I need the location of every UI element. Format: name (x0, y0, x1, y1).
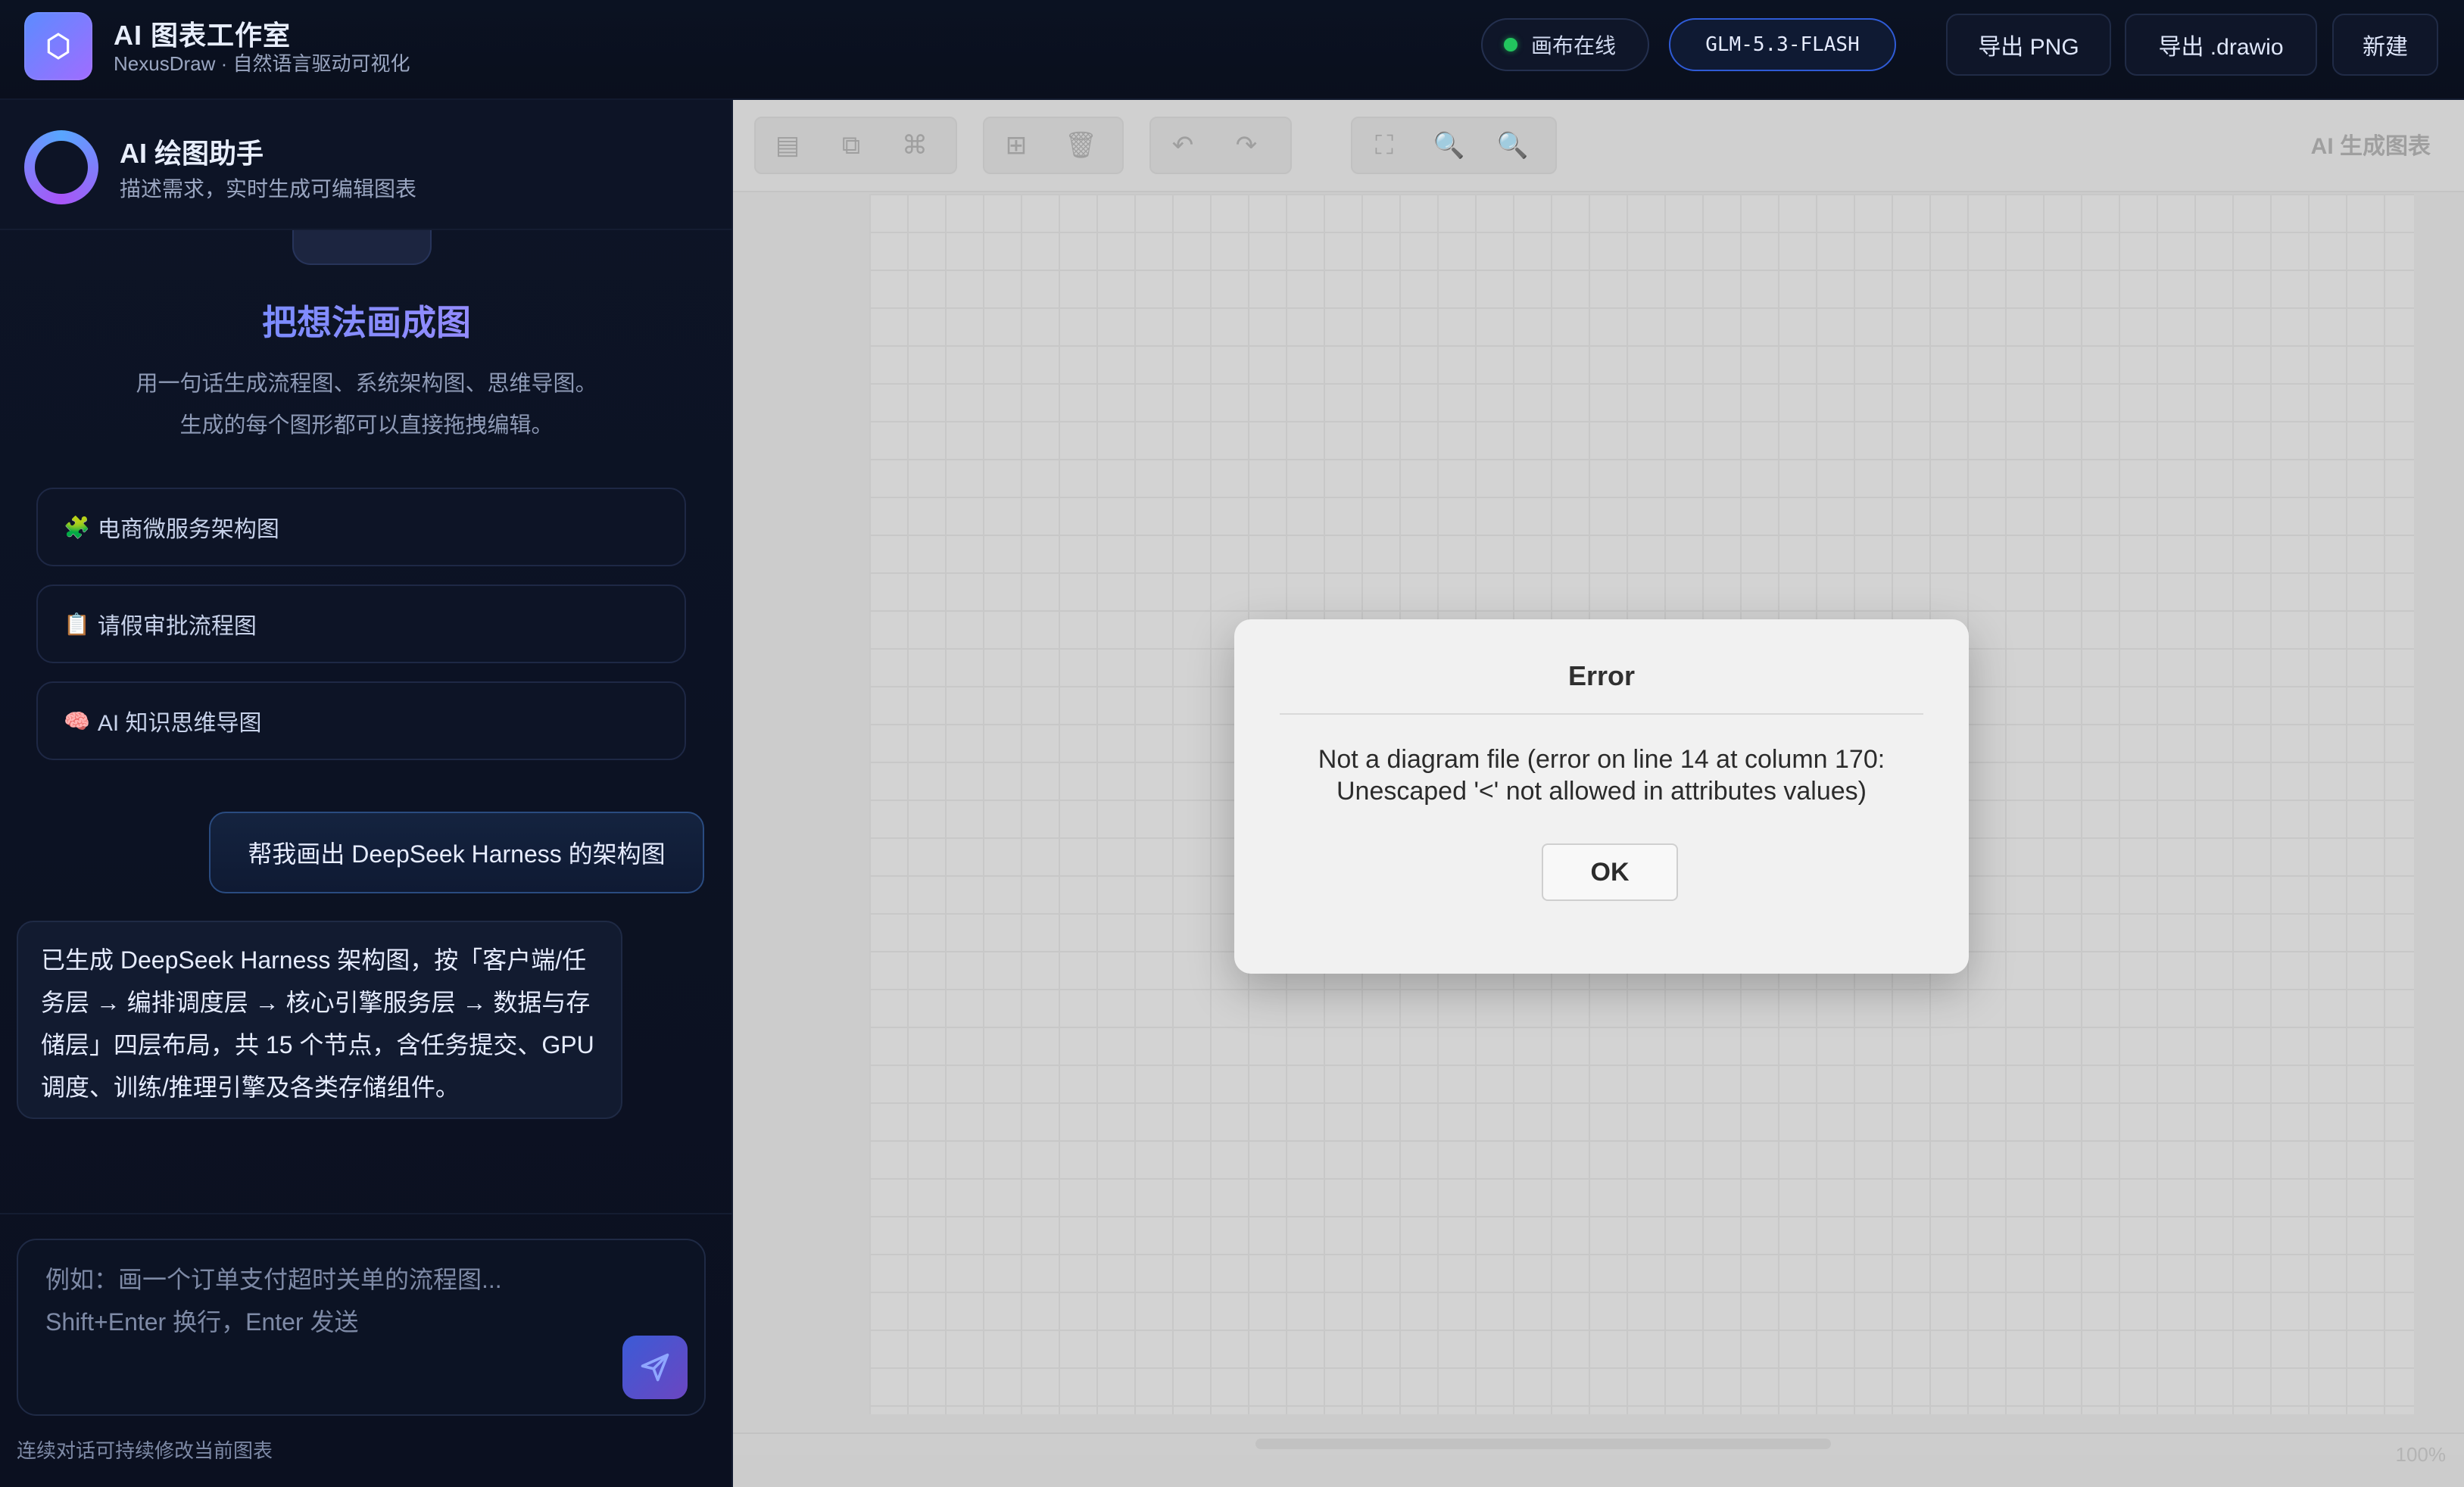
status-dot-icon (1504, 38, 1517, 51)
prompt-input[interactable] (18, 1240, 704, 1414)
send-icon (641, 1353, 669, 1382)
send-button[interactable] (622, 1336, 688, 1399)
app-subtitle: NexusDraw · 自然语言驱动可视化 (114, 52, 410, 75)
example-prompt-ecommerce[interactable]: 🧩 电商微服务架构图 (36, 488, 686, 566)
export-png-button[interactable]: 导出 PNG (1946, 14, 2111, 76)
hero-desc-line-2: 生成的每个图形都可以直接拖拽编辑。 (179, 413, 554, 438)
assistant-sidebar: AI 绘图助手 描述需求，实时生成可编辑图表 把想法画成图 用一句话生成流程图、… (0, 100, 733, 1487)
assistant-subtitle: 描述需求，实时生成可编辑图表 (120, 177, 417, 201)
dialog-divider (1280, 713, 1923, 715)
dialog-message: Not a diagram file (error on line 14 at … (1318, 745, 1885, 806)
puzzle-icon: 🧩 (64, 515, 90, 539)
status-label: 画布在线 (1531, 34, 1617, 58)
canvas-status-badge: 画布在线 (1481, 18, 1649, 71)
hero-desc-line-1: 用一句话生成流程图、系统架构图、思维导图。 (136, 372, 597, 396)
error-dialog: Error Not a diagram file (error on line … (1234, 619, 1969, 974)
assistant-message: 已生成 DeepSeek Harness 架构图，按「客户端/任务层 → 编排调… (17, 921, 622, 1119)
hero-title: 把想法画成图 (0, 295, 733, 345)
app-title: AI 图表工作室 (114, 20, 292, 51)
hero-description: 用一句话生成流程图、系统架构图、思维导图。 生成的每个图形都可以直接拖拽编辑。 (61, 363, 672, 447)
example-label: AI 知识思维导图 (97, 711, 262, 736)
example-label: 电商微服务架构图 (97, 517, 279, 542)
brain-icon: 🧠 (64, 709, 90, 733)
model-selector[interactable]: GLM-5.3-FLASH (1669, 18, 1896, 71)
app-logo (24, 12, 92, 80)
assistant-avatar (24, 130, 98, 204)
hero-cap-decoration (292, 230, 432, 265)
ok-button[interactable]: OK (1542, 843, 1678, 901)
hexagon-icon (47, 33, 70, 60)
top-bar: AI 图表工作室 NexusDraw · 自然语言驱动可视化 画布在线 GLM-… (0, 0, 2464, 100)
composer-hint: 连续对话可持续修改当前图表 (17, 1439, 273, 1462)
new-button[interactable]: 新建 (2332, 14, 2438, 76)
composer (17, 1239, 706, 1416)
composer-divider (0, 1213, 733, 1214)
assistant-title: AI 绘图助手 (120, 138, 264, 169)
dialog-title: Error (1567, 660, 1636, 691)
example-prompt-mindmap[interactable]: 🧠 AI 知识思维导图 (36, 681, 686, 760)
assistant-header: AI 绘图助手 描述需求，实时生成可编辑图表 (0, 100, 733, 230)
user-message: 帮我画出 DeepSeek Harness 的架构图 (209, 812, 704, 893)
example-label: 请假审批流程图 (97, 614, 257, 639)
clipboard-icon: 📋 (64, 612, 90, 636)
app-root: AI 图表工作室 NexusDraw · 自然语言驱动可视化 画布在线 GLM-… (0, 0, 2464, 1487)
example-prompt-leave-approval[interactable]: 📋 请假审批流程图 (36, 585, 686, 663)
export-drawio-button[interactable]: 导出 .drawio (2125, 14, 2317, 76)
